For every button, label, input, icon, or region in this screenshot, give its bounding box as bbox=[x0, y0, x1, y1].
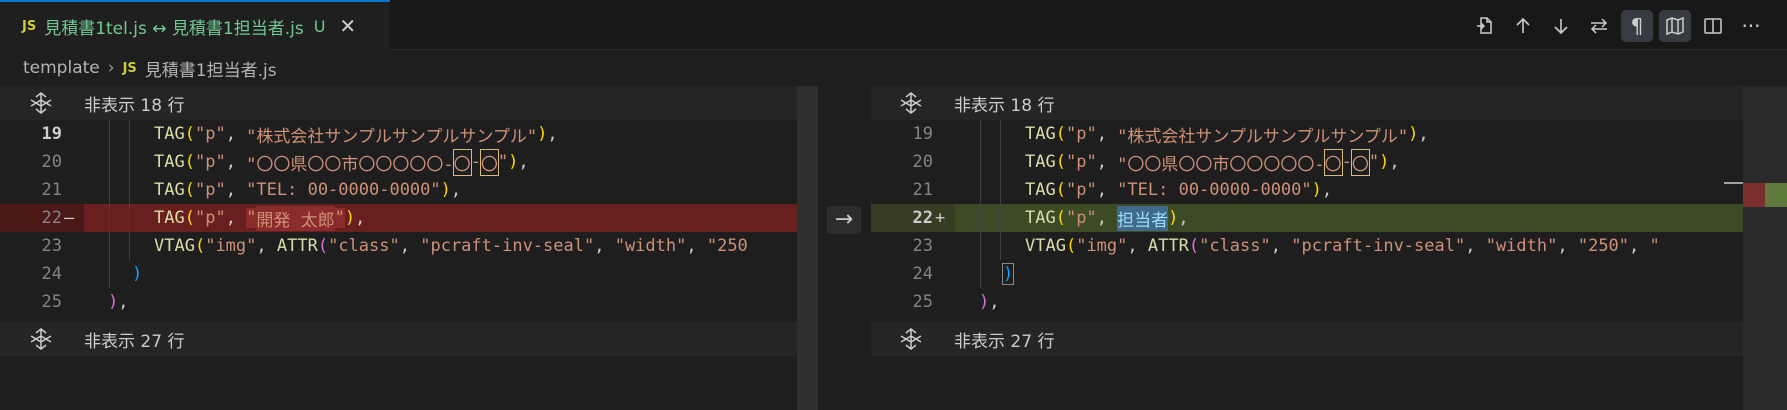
hidden-lines-top[interactable]: 非表示 18 行 bbox=[0, 86, 818, 120]
inserted-line: 22 + TAG("p", 担当者), bbox=[871, 204, 1787, 232]
code-text[interactable]: VTAG("img", ATTR("class", "pcraft-inv-se… bbox=[84, 232, 818, 260]
diff-gutter bbox=[818, 86, 871, 410]
revert-change-arrow-icon[interactable]: → bbox=[827, 206, 861, 234]
line-number: 19 bbox=[912, 124, 933, 144]
code-text[interactable]: ), bbox=[84, 288, 818, 316]
breadcrumb-file[interactable]: 見積書1担当者.js bbox=[145, 56, 277, 81]
map-icon[interactable] bbox=[1659, 10, 1691, 42]
line-number: 23 bbox=[912, 236, 933, 256]
hidden-lines-label: 非表示 27 行 bbox=[84, 331, 185, 352]
code-line: 25 ), bbox=[0, 288, 818, 316]
line-number: 24 bbox=[41, 264, 62, 284]
hidden-lines-label: 非表示 18 行 bbox=[84, 95, 185, 116]
diff-marker-added: + bbox=[935, 208, 946, 228]
code-text[interactable]: TAG("p", "株式会社サンプルサンプルサンプル"), bbox=[955, 120, 1787, 148]
arrow-up-icon[interactable] bbox=[1507, 10, 1539, 42]
code-text[interactable]: TAG("p", "〇〇県〇〇市〇〇〇〇〇- 〇 - 〇 "), bbox=[84, 148, 818, 176]
diff-marker-removed: — bbox=[64, 208, 75, 228]
editor-toolbar: ¶ ··· bbox=[1469, 10, 1767, 42]
code-text[interactable]: VTAG("img", ATTR("class", "pcraft-inv-se… bbox=[955, 232, 1787, 260]
line-number: 22 bbox=[41, 208, 62, 228]
hidden-lines-bottom[interactable]: 非表示 27 行 bbox=[871, 322, 1787, 356]
code-line: 20 TAG("p", "〇〇県〇〇市〇〇〇〇〇- 〇 - 〇 "), bbox=[0, 148, 818, 176]
line-number: 20 bbox=[912, 152, 933, 172]
swap-icon[interactable] bbox=[1583, 10, 1615, 42]
line-number: 23 bbox=[41, 236, 62, 256]
open-file-icon[interactable] bbox=[1469, 10, 1501, 42]
hidden-lines-label: 非表示 27 行 bbox=[954, 331, 1055, 352]
code-line: 20 TAG("p", "〇〇県〇〇市〇〇〇〇〇- 〇 - 〇 "), bbox=[871, 148, 1787, 176]
more-icon[interactable]: ··· bbox=[1735, 10, 1767, 42]
code-text[interactable]: ) bbox=[84, 260, 818, 288]
code-line: 21 TAG("p", "TEL: 00-0000-0000"), bbox=[0, 176, 818, 204]
js-file-icon: JS bbox=[22, 18, 37, 34]
code-text[interactable]: TAG("p", 担当者), bbox=[955, 204, 1787, 232]
overview-inserted-marker bbox=[1765, 183, 1787, 207]
overview-ruler-cursor bbox=[1724, 182, 1743, 184]
scrollbar-right[interactable] bbox=[1743, 86, 1787, 410]
scrollbar-left[interactable] bbox=[797, 86, 818, 410]
unfold-icon[interactable] bbox=[898, 326, 924, 352]
code-text[interactable]: TAG("p", "株式会社サンプルサンプルサンプル"), bbox=[84, 120, 818, 148]
untracked-badge: U bbox=[313, 16, 326, 36]
code-line: 21 TAG("p", "TEL: 00-0000-0000"), bbox=[871, 176, 1787, 204]
original-editor[interactable]: 非表示 18 行 19 TAG("p", "株式会社サンプルサンプルサンプル")… bbox=[0, 86, 818, 410]
hidden-lines-label: 非表示 18 行 bbox=[954, 95, 1055, 116]
code-text[interactable]: TAG("p", "〇〇県〇〇市〇〇〇〇〇- 〇 - 〇 "), bbox=[955, 148, 1787, 176]
unfold-icon[interactable] bbox=[28, 90, 54, 116]
close-icon[interactable]: ✕ bbox=[339, 14, 356, 38]
code-text[interactable]: TAG("p", "TEL: 00-0000-0000"), bbox=[955, 176, 1787, 204]
line-number: 22 bbox=[912, 208, 933, 228]
unfold-icon[interactable] bbox=[898, 90, 924, 116]
modified-editor[interactable]: 非表示 18 行 19 TAG("p", "株式会社サンプルサンプルサンプル")… bbox=[871, 86, 1787, 410]
pilcrow-icon[interactable]: ¶ bbox=[1621, 10, 1653, 42]
code-line: 24 ) bbox=[871, 260, 1787, 288]
code-line: 19 TAG("p", "株式会社サンプルサンプルサンプル"), bbox=[871, 120, 1787, 148]
code-line: 24 ) bbox=[0, 260, 818, 288]
js-file-icon: JS bbox=[122, 60, 137, 76]
code-text[interactable]: TAG("p", " 開発 太郎 "), bbox=[84, 204, 818, 232]
line-number: 20 bbox=[41, 152, 62, 172]
code-line: 25 ), bbox=[871, 288, 1787, 316]
code-text[interactable]: ), bbox=[955, 288, 1787, 316]
code-line: 23 VTAG("img", ATTR("class", "pcraft-inv… bbox=[0, 232, 818, 260]
overview-deleted-marker bbox=[1743, 183, 1765, 207]
hidden-lines-bottom[interactable]: 非表示 27 行 bbox=[0, 322, 818, 356]
split-editor-icon[interactable] bbox=[1697, 10, 1729, 42]
line-number: 19 bbox=[41, 124, 62, 144]
code-line: 19 TAG("p", "株式会社サンプルサンプルサンプル"), bbox=[0, 120, 818, 148]
deleted-line: 22 — TAG("p", " 開発 太郎 "), bbox=[0, 204, 818, 232]
line-number: 25 bbox=[912, 292, 933, 312]
arrow-down-icon[interactable] bbox=[1545, 10, 1577, 42]
tab-bar: JS 見積書1tel.js ↔ 見積書1担当者.js U ✕ ¶ ··· bbox=[0, 0, 1787, 50]
code-text[interactable]: ) bbox=[955, 260, 1787, 288]
tab-diff-editor[interactable]: JS 見積書1tel.js ↔ 見積書1担当者.js U ✕ bbox=[0, 0, 390, 50]
line-number: 25 bbox=[41, 292, 62, 312]
chevron-right-icon: › bbox=[107, 58, 115, 78]
breadcrumb-folder[interactable]: template bbox=[23, 58, 100, 78]
line-number: 21 bbox=[41, 180, 62, 200]
unfold-icon[interactable] bbox=[28, 326, 54, 352]
code-line: 23 VTAG("img", ATTR("class", "pcraft-inv… bbox=[871, 232, 1787, 260]
line-number: 24 bbox=[912, 264, 933, 284]
line-number: 21 bbox=[912, 180, 933, 200]
code-text[interactable]: TAG("p", "TEL: 00-0000-0000"), bbox=[84, 176, 818, 204]
breadcrumb: template › JS 見積書1担当者.js bbox=[0, 50, 1787, 86]
tab-title: 見積書1tel.js ↔ 見積書1担当者.js bbox=[44, 18, 304, 39]
hidden-lines-top[interactable]: 非表示 18 行 bbox=[871, 86, 1787, 120]
